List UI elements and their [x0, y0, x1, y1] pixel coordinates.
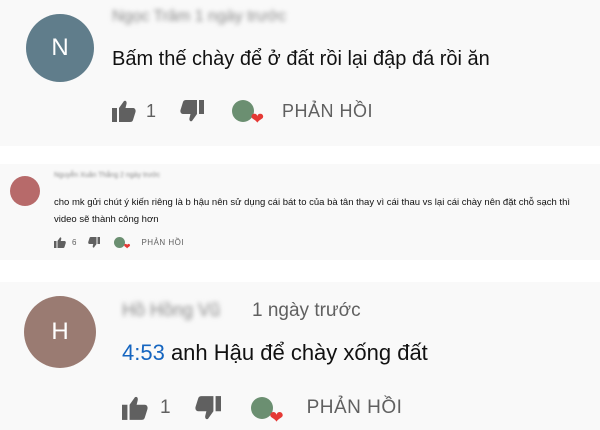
like-count: 1 [160, 397, 171, 418]
avatar[interactable]: H [24, 296, 96, 368]
comment-text-body: anh Hậu để chày xống đất [164, 340, 428, 365]
comment-text: 4:53 anh Hậu để chày xống đất [122, 340, 428, 366]
creator-heart: ❤ [232, 100, 264, 128]
creator-heart: ❤ [250, 397, 284, 426]
timestamp-link[interactable]: 4:53 [122, 340, 165, 365]
avatar[interactable]: N [26, 14, 94, 82]
avatar-letter: H [51, 318, 69, 345]
like-count: 6 [72, 237, 77, 247]
thumb-down-icon[interactable] [180, 100, 205, 122]
author-name[interactable]: Ngọc Trâm 1 ngày trước [112, 8, 286, 26]
like-count: 1 [146, 100, 157, 121]
creator-heart-icon: ❤ [269, 408, 284, 427]
thumb-up-icon[interactable] [54, 236, 66, 248]
creator-heart-icon: ❤ [250, 111, 265, 128]
author-name[interactable]: Hồ Hồng Vũ [122, 300, 220, 321]
comment-card: N Ngọc Trâm 1 ngày trước Bấm thế chày để… [0, 0, 600, 146]
comment-time: 1 ngày trước [252, 300, 361, 321]
comment-card: Nguyễn Xuân Thắng 2 ngày trước cho mk gử… [0, 164, 600, 260]
comment-actions: 6 ❤ PHẢN HỒI [54, 234, 184, 250]
comment-time: 1 ngày trước [194, 8, 287, 25]
avatar-letter: N [51, 34, 69, 61]
comment-actions: 1 ❤ PHẢN HỒI [122, 393, 403, 426]
comment-text: cho mk gửi chút ý kiến riêng là b hậu nê… [54, 197, 570, 225]
creator-heart: ❤ [114, 236, 130, 250]
thumb-down-icon[interactable] [88, 236, 101, 248]
reply-button[interactable]: PHẢN HỒI [282, 101, 373, 122]
thumb-down-icon[interactable] [194, 396, 221, 420]
comment-actions: 1 ❤ PHẢN HỒI [112, 96, 373, 128]
thumb-up-icon[interactable] [122, 396, 148, 420]
comment-card: H Hồ Hồng Vũ 1 ngày trước 4:53 anh Hậu đ… [0, 282, 600, 430]
comment-time: 2 ngày trước [120, 172, 161, 179]
reply-button[interactable]: PHẢN HỒI [141, 238, 184, 247]
author-name[interactable]: Nguyễn Xuân Thắng 2 ngày trước [54, 172, 160, 179]
thumb-up-icon[interactable] [112, 100, 136, 122]
creator-heart-icon: ❤ [123, 241, 131, 251]
comment-text: Bấm thế chày để ở đất rồi lại đập đá rồi… [112, 48, 490, 70]
author-name-text: Nguyễn Xuân Thắng [54, 172, 119, 179]
avatar[interactable] [10, 176, 40, 206]
reply-button[interactable]: PHẢN HỒI [307, 397, 403, 419]
author-name-text: Ngọc Trâm [112, 8, 191, 25]
